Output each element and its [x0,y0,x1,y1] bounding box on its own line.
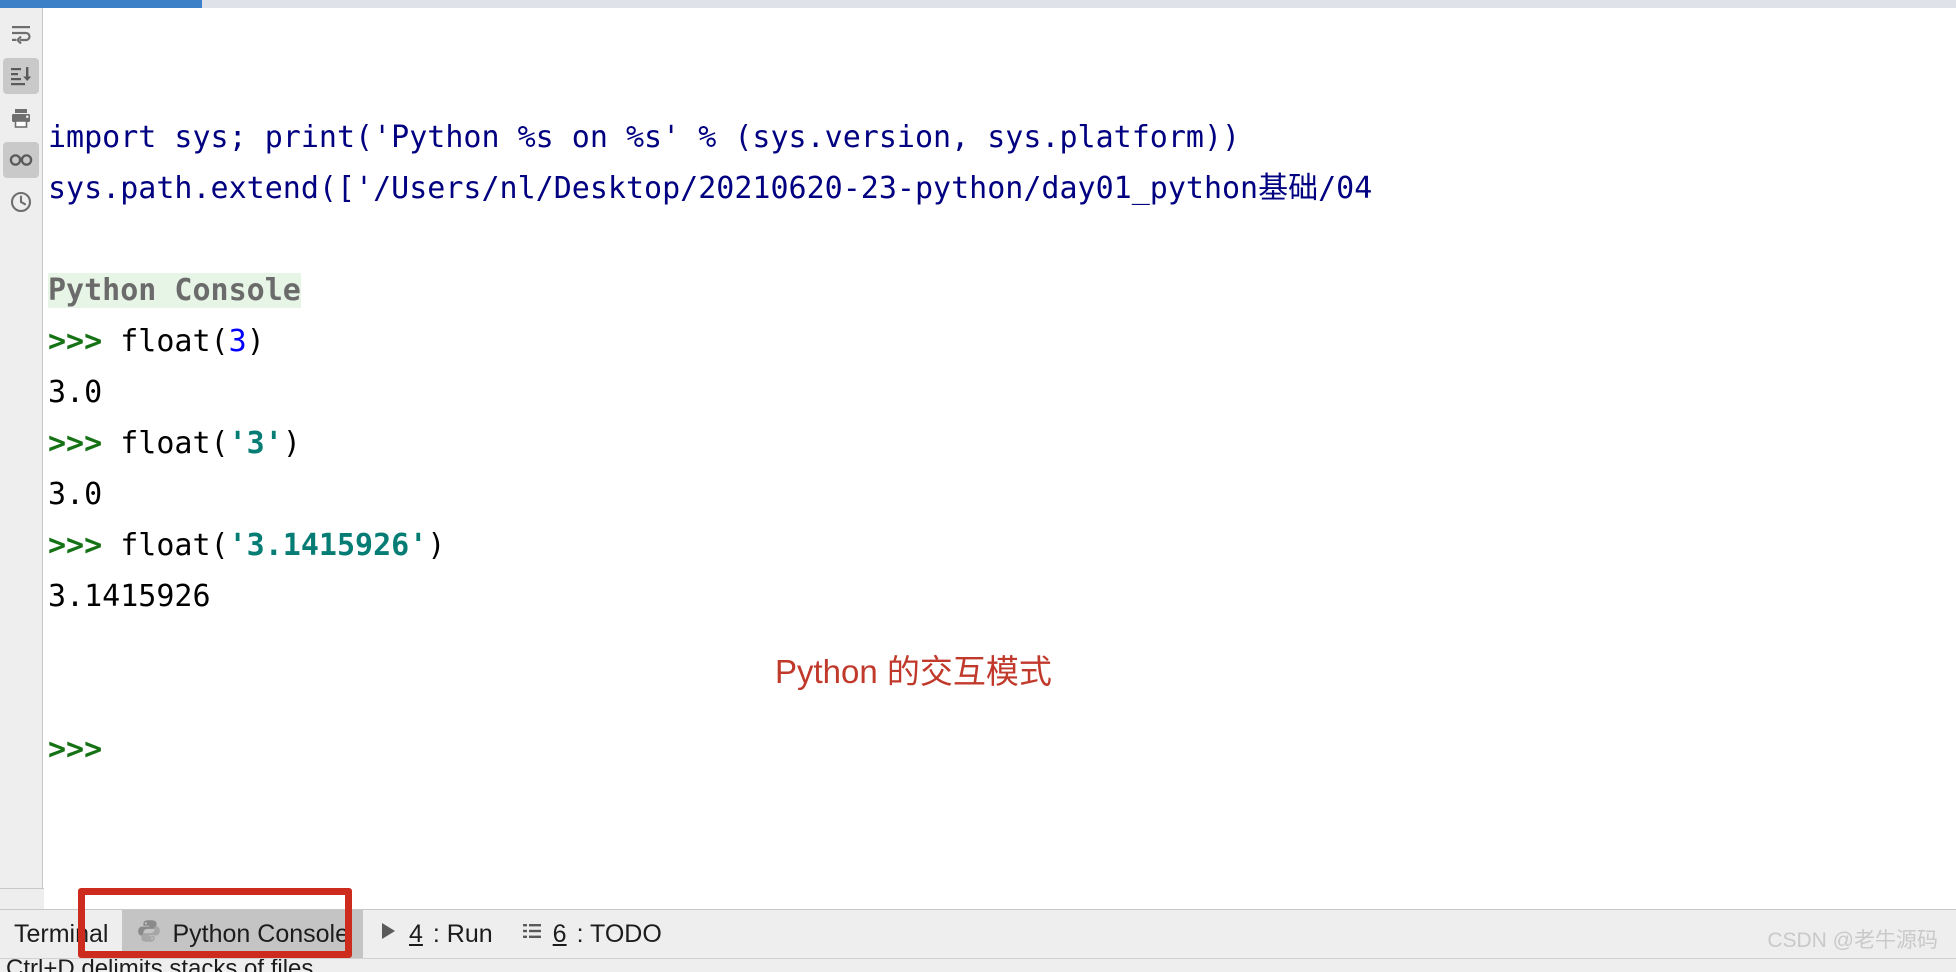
play-icon [377,920,399,949]
console-line-startup-line-1: import sys; print('Python %s on %s' % (s… [48,112,1956,163]
console-segment: >>> [48,324,103,359]
soft-wrap-icon-button[interactable] [3,16,39,52]
tool-window-todo-label: : TODO [576,919,662,948]
soft-wrap-icon [9,22,33,46]
glasses-icon [8,147,34,173]
tool-window-todo-shortcut: 6 [552,919,567,948]
top-progress-strip [0,0,1956,8]
console-line-input-1: >>> float(3) [48,316,1956,367]
console-segment: 3 [228,324,247,359]
status-line-text: Ctrl+D delimits stacks of files [6,958,314,972]
list-icon [521,920,543,949]
console-line-output-3: 3.1415926 [48,571,1956,622]
tool-window-terminal-label: Terminal [14,919,109,948]
history-icon-button[interactable] [3,184,39,220]
console-segment: >>> [48,732,103,767]
console-line-startup-line-2: sys.path.extend(['/Users/nl/Desktop/2021… [48,163,1956,214]
tool-window-python-console-label: Python Console [172,919,349,948]
status-line: Ctrl+D delimits stacks of files [0,958,1956,972]
top-progress-fill [0,0,202,8]
console-segment: '3.1415926' [228,528,428,563]
python-icon [136,918,162,951]
tool-window-run-shortcut: 4 [409,919,423,948]
clock-history-icon [9,190,33,214]
tool-window-run-label: : Run [432,919,493,948]
console-segment: Python Console [48,273,301,308]
console-line-input-3: >>> float('3.1415926') [48,520,1956,571]
console-segment: float( [102,528,229,563]
console-font-icon-button[interactable] [3,142,39,178]
tool-window-todo[interactable]: 6 : TODO [507,910,676,959]
console-line-input-2: >>> float('3') [48,418,1956,469]
scroll-to-end-icon [9,64,33,88]
console-segment: sys.path.extend(['/Users/nl/Desktop/2021… [48,171,1373,206]
tool-window-bar: Terminal Python Console 4 : Run 6: TODO [0,909,1956,959]
print-icon [9,106,33,130]
console-segment: ) [427,528,446,563]
console-line-console-title: Python Console [48,265,1956,316]
console-segment: float( [102,324,229,359]
scroll-to-end-icon-button[interactable] [3,58,39,94]
console-left-toolbar [0,8,43,888]
python-console-output[interactable]: import sys; print('Python %s on %s' % (s… [44,8,1956,888]
console-bottom-filler [44,888,1956,909]
console-segment: >>> [48,426,103,461]
console-segment: >>> [48,528,103,563]
console-segment: '3' [228,426,283,461]
console-segment: ) [246,324,265,359]
tool-window-python-console[interactable]: Python Console [122,909,363,959]
console-segment: float( [102,426,229,461]
console-segment: import sys; print('Python %s on %s' % (s… [48,120,1241,155]
tool-window-run[interactable]: 4 : Run [363,910,507,959]
console-segment: 3.0 [48,375,103,410]
console-line-output-1: 3.0 [48,367,1956,418]
tool-window-terminal[interactable]: Terminal [0,910,122,959]
console-line-output-2: 3.0 [48,469,1956,520]
annotation-interactive-mode: Python 的交互模式 [775,653,1052,690]
console-segment: ) [282,426,301,461]
console-line-blank-1 [48,214,1956,265]
console-segment: 3.0 [48,477,103,512]
console-line-input-4: >>> [48,724,1956,775]
print-icon-button[interactable] [3,100,39,136]
pycharm-python-console-screenshot: import sys; print('Python %s on %s' % (s… [0,0,1956,972]
console-segment: 3.1415926 [48,579,211,614]
